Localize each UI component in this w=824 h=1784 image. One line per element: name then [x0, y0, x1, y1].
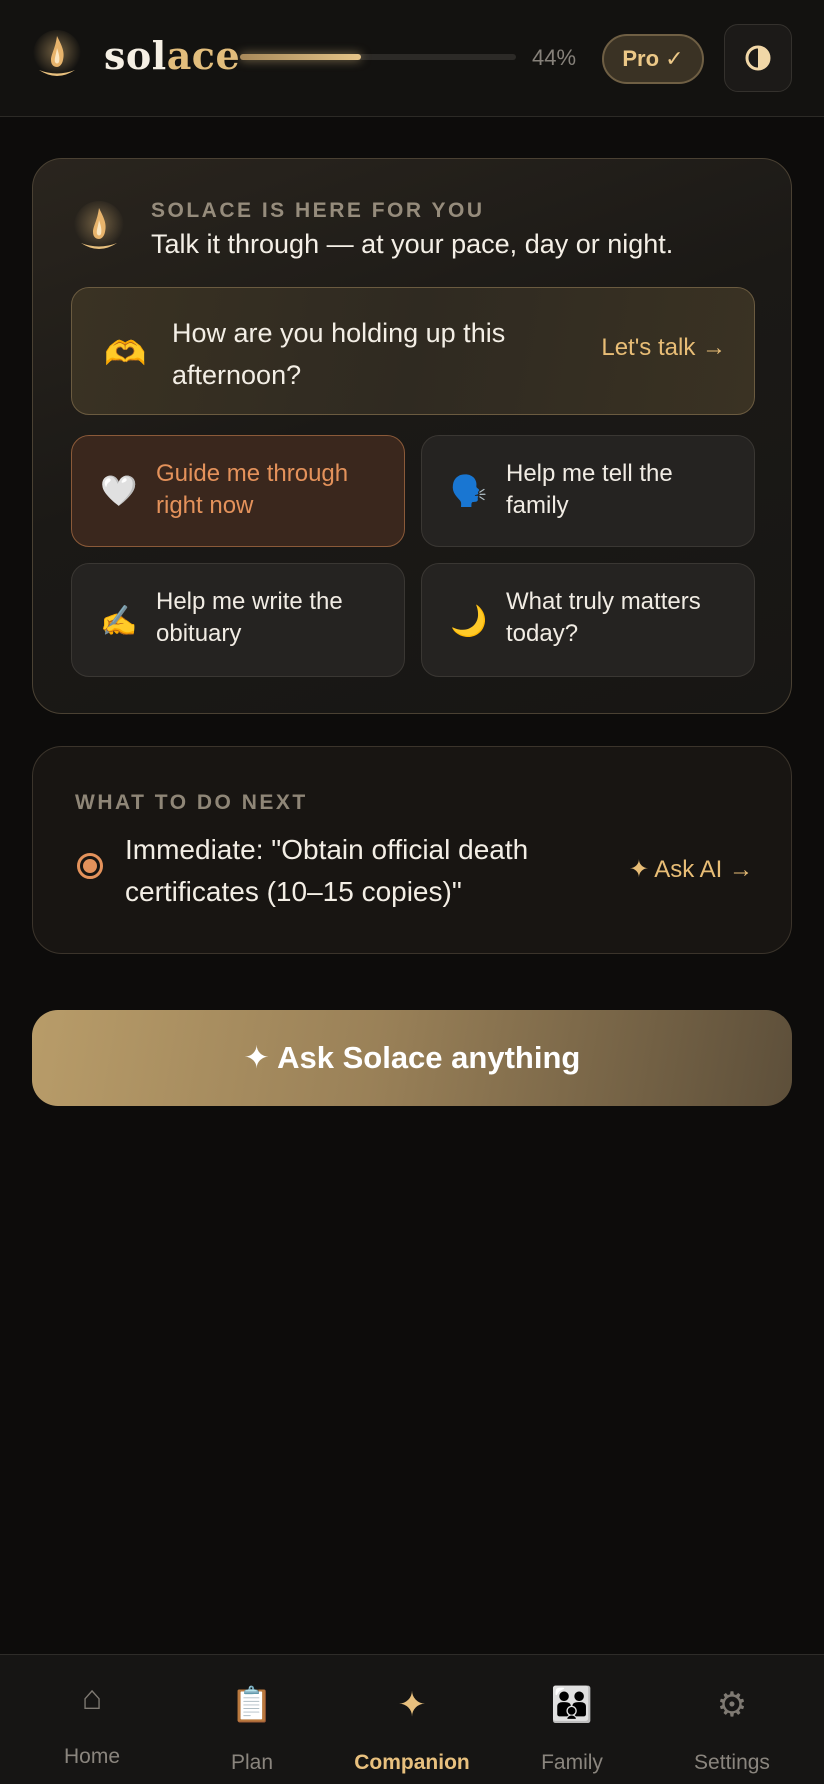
brand-wordmark-part2: ace: [166, 33, 241, 78]
option-what-matters[interactable]: 🌙 What truly matters today?: [421, 563, 755, 677]
pro-badge[interactable]: Pro ✓: [602, 34, 704, 84]
option-label: Help me write the obituary: [156, 588, 343, 647]
ask-solace-button[interactable]: ✦ Ask Solace anything: [32, 1010, 792, 1106]
top-header: solace 44% Pro ✓: [0, 0, 824, 117]
nav-label: Companion: [354, 1751, 470, 1774]
companion-title: Talk it through — at your pace, day or n…: [151, 229, 674, 259]
heart-hands-icon: 🫶: [104, 335, 147, 373]
family-icon: 👪: [550, 1686, 594, 1724]
next-step-radio[interactable]: [77, 853, 103, 879]
progress-fill: [240, 54, 362, 60]
home-icon: ⌂: [81, 1679, 103, 1717]
option-label: What truly matters today?: [506, 588, 701, 647]
check-in-question: How are you holding up this afternoon?: [172, 318, 506, 390]
nav-settings[interactable]: ⚙ Settings: [650, 1655, 814, 1784]
crescent-moon-icon: 🌙: [450, 605, 488, 638]
contrast-icon: [745, 45, 771, 71]
bottom-nav: ⌂ Home 📋 Plan ✦ Companion 👪 Family ⚙ Set…: [0, 1654, 824, 1784]
clipboard-icon: 📋: [230, 1686, 274, 1724]
companion-card: SOLACE IS HERE FOR YOU Talk it through —…: [32, 158, 792, 714]
progress-bar: [240, 54, 516, 60]
flame-avatar-icon: [74, 201, 124, 251]
progress-percent: 44%: [532, 45, 577, 70]
nav-plan[interactable]: 📋 Plan: [170, 1655, 334, 1784]
nav-label: Home: [63, 1745, 121, 1768]
nav-label: Settings: [694, 1751, 770, 1774]
speaking-head-icon: 🗣️: [450, 475, 488, 508]
ask-ai-link[interactable]: ✦ Ask AI →: [629, 855, 753, 884]
nav-companion[interactable]: ✦ Companion: [330, 1655, 494, 1784]
option-label: Guide me through right now: [156, 460, 349, 519]
brand-wordmark: solace: [104, 33, 240, 78]
option-guide-me[interactable]: 🤍 Guide me through right now: [71, 435, 405, 547]
nav-label: Family: [541, 1751, 603, 1774]
nav-label: Plan: [230, 1751, 274, 1774]
white-heart-icon: 🤍: [100, 475, 138, 508]
next-step-card: WHAT TO DO NEXT Immediate: "Obtain offic…: [32, 746, 792, 954]
writing-hand-icon: ✍️: [100, 605, 138, 638]
option-tell-family[interactable]: 🗣️ Help me tell the family: [421, 435, 755, 547]
flame-logo-icon: [33, 30, 81, 78]
theme-toggle-button[interactable]: [724, 24, 792, 92]
gear-icon: ⚙: [716, 1686, 748, 1724]
lets-talk-card[interactable]: 🫶 How are you holding up this afternoon?…: [71, 287, 755, 415]
lets-talk-link[interactable]: Let's talk →: [601, 334, 726, 362]
brand-wordmark-part1: sol: [104, 33, 167, 78]
option-label: Help me tell the family: [506, 460, 673, 519]
nav-home[interactable]: ⌂ Home: [10, 1655, 174, 1784]
app-root: solace 44% Pro ✓ SOLACE IS HERE FOR YOU …: [0, 0, 824, 1784]
companion-eyebrow: SOLACE IS HERE FOR YOU: [151, 199, 485, 222]
radio-dot: [83, 859, 97, 873]
option-write-obituary[interactable]: ✍️ Help me write the obituary: [71, 563, 405, 677]
next-step-eyebrow: WHAT TO DO NEXT: [75, 791, 308, 814]
nav-family[interactable]: 👪 Family: [490, 1655, 654, 1784]
sparkle-icon: ✦: [397, 1686, 427, 1724]
next-step-text: Immediate: "Obtain official death certif…: [125, 834, 529, 907]
